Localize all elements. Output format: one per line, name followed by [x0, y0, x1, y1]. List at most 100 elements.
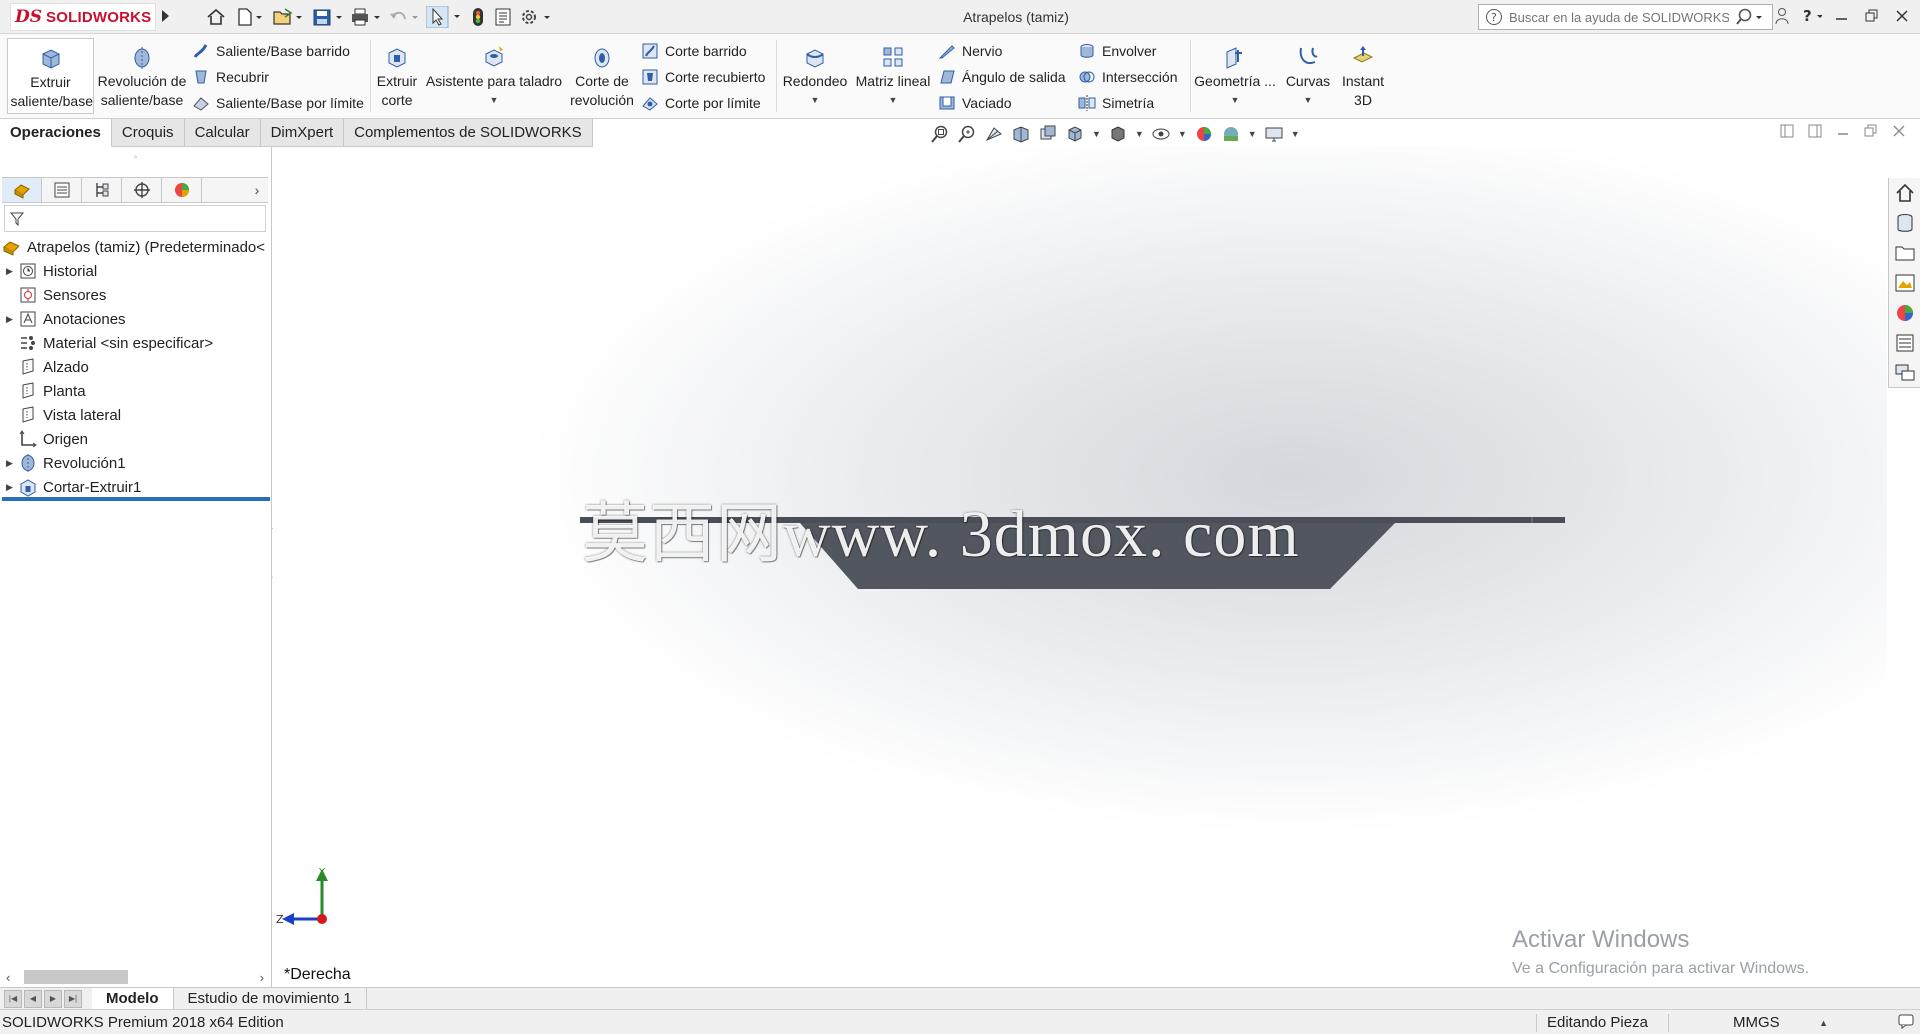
panel-grip-icon[interactable]: ◦: [0, 147, 271, 167]
display-style-icon[interactable]: [1108, 124, 1128, 144]
feature-manager-tab[interactable]: [2, 178, 42, 202]
tab-addins[interactable]: Complementos de SOLIDWORKS: [344, 119, 593, 147]
view-settings-dropdown-icon[interactable]: ▼: [1291, 129, 1300, 139]
solidworks-resources-icon[interactable]: [1894, 182, 1916, 204]
section-view-icon[interactable]: [1011, 124, 1031, 144]
restore-icon[interactable]: [1862, 5, 1882, 27]
revolve-cut-button[interactable]: Corte de revolución: [567, 38, 637, 114]
scroll-left-icon[interactable]: ‹: [6, 970, 10, 985]
display-manager-tab[interactable]: [162, 178, 202, 202]
user-account-icon[interactable]: [1772, 5, 1792, 27]
tree-root-part[interactable]: Atrapelos (tamiz) (Predeterminado<: [0, 235, 270, 259]
tree-filter-field[interactable]: [4, 205, 266, 232]
tree-item[interactable]: Sensores: [0, 283, 270, 307]
dimxpert-manager-tab[interactable]: [122, 178, 162, 202]
extrude-boss-button[interactable]: Extruir saliente/base: [7, 38, 94, 114]
reference-geometry-button[interactable]: Geometría ... ▼: [1194, 38, 1276, 114]
expand-arrow-icon[interactable]: ▶: [6, 458, 18, 469]
minimize-icon[interactable]: [1832, 5, 1852, 27]
tree-item[interactable]: ▶ Cortar-Extruir1: [0, 475, 270, 499]
viewport-close-icon[interactable]: [1892, 124, 1906, 138]
fillet-dropdown-icon[interactable]: ▼: [811, 91, 820, 110]
rib-button[interactable]: Nervio: [938, 40, 1002, 62]
apply-scene-icon[interactable]: [1221, 124, 1241, 144]
display-style-dropdown-icon[interactable]: ▼: [1135, 129, 1144, 139]
hide-show-items-icon[interactable]: [1151, 124, 1171, 144]
tree-item[interactable]: ▶ Revolución1: [0, 451, 270, 475]
tree-item[interactable]: ▶ Anotaciones: [0, 307, 270, 331]
dynamic-annotation-views-icon[interactable]: [1038, 124, 1058, 144]
instant3d-button[interactable]: Instant 3D: [1340, 38, 1386, 114]
custom-properties-icon[interactable]: [1894, 332, 1916, 354]
expand-arrow-icon[interactable]: ▶: [6, 266, 18, 277]
tab-model[interactable]: Modelo: [92, 987, 174, 1010]
hide-show-dropdown-icon[interactable]: ▼: [1178, 129, 1187, 139]
tree-item[interactable]: Planta: [0, 379, 270, 403]
shell-button[interactable]: Vaciado: [938, 92, 1012, 114]
property-manager-tab[interactable]: [42, 178, 82, 202]
intersect-button[interactable]: Intersección: [1078, 66, 1177, 88]
tab-evaluate[interactable]: Calcular: [184, 119, 261, 147]
swept-cut-button[interactable]: Corte barrido: [641, 40, 747, 62]
hole-wizard-button[interactable]: Asistente para taladro ▼: [425, 38, 563, 114]
viewport-minimize-icon[interactable]: [1836, 124, 1850, 138]
tile-left-icon[interactable]: [1780, 124, 1794, 138]
extrude-cut-button[interactable]: Extruir corte: [373, 38, 421, 114]
design-library-icon[interactable]: [1894, 212, 1916, 234]
previous-view-icon[interactable]: [984, 124, 1004, 144]
status-messages-icon[interactable]: [1898, 1013, 1914, 1029]
scrollbar-thumb[interactable]: [24, 970, 128, 984]
panel-horizontal-scrollbar[interactable]: ‹ ›: [2, 967, 270, 987]
tree-item[interactable]: ▶ Historial: [0, 259, 270, 283]
tree-item[interactable]: Material <sin especificar>: [0, 331, 270, 355]
next-tab-icon[interactable]: ▶: [44, 989, 62, 1008]
zoom-to-fit-icon[interactable]: [930, 124, 950, 144]
wrap-button[interactable]: Envolver: [1078, 40, 1156, 62]
loft-boss-button[interactable]: Recubrir: [192, 66, 269, 88]
unit-system-dropdown-icon[interactable]: ▲: [1819, 1018, 1828, 1028]
unit-system-selector[interactable]: MMGS ▲: [1668, 1014, 1838, 1032]
linear-pattern-button[interactable]: Matriz lineal ▼: [854, 38, 932, 114]
first-tab-icon[interactable]: |◀: [4, 989, 22, 1008]
apply-scene-dropdown-icon[interactable]: ▼: [1248, 129, 1257, 139]
linear-pattern-dropdown-icon[interactable]: ▼: [889, 91, 898, 110]
curves-button[interactable]: Curvas ▼: [1280, 38, 1336, 114]
view-orientation-icon[interactable]: [1065, 124, 1085, 144]
mirror-button[interactable]: Simetría: [1078, 92, 1154, 114]
help-menu-icon[interactable]: ?: [1802, 5, 1822, 27]
appearances-icon[interactable]: [1894, 302, 1916, 324]
tree-item[interactable]: Alzado: [0, 355, 270, 379]
fillet-button[interactable]: Redondeo ▼: [780, 38, 850, 114]
tile-right-icon[interactable]: [1808, 124, 1822, 138]
view-orientation-dropdown-icon[interactable]: ▼: [1092, 129, 1101, 139]
search-icon[interactable]: [1735, 8, 1763, 26]
tab-motion-study[interactable]: Estudio de movimiento 1: [174, 987, 367, 1010]
close-icon[interactable]: [1892, 5, 1912, 27]
revolve-boss-button[interactable]: Revolución de saliente/base: [98, 38, 186, 114]
view-palette-icon[interactable]: [1894, 272, 1916, 294]
curves-dropdown-icon[interactable]: ▼: [1304, 91, 1313, 110]
tab-sketch[interactable]: Croquis: [111, 119, 185, 147]
view-settings-icon[interactable]: [1264, 124, 1284, 144]
help-search-input[interactable]: [1509, 9, 1729, 25]
expand-arrow-icon[interactable]: ▶: [6, 314, 18, 325]
hole-wizard-dropdown-icon[interactable]: ▼: [490, 91, 499, 110]
file-explorer-icon[interactable]: [1894, 242, 1916, 264]
forum-icon[interactable]: [1894, 362, 1916, 384]
boundary-cut-button[interactable]: Corte por límite: [641, 92, 761, 114]
zoom-to-area-icon[interactable]: [957, 124, 977, 144]
last-tab-icon[interactable]: ▶|: [64, 989, 82, 1008]
tree-item[interactable]: Vista lateral: [0, 403, 270, 427]
expand-arrow-icon[interactable]: ▶: [6, 482, 18, 493]
loft-cut-button[interactable]: Corte recubierto: [641, 66, 765, 88]
previous-tab-icon[interactable]: ◀: [24, 989, 42, 1008]
draft-button[interactable]: Ángulo de salida: [938, 66, 1066, 88]
scroll-right-icon[interactable]: ›: [260, 970, 264, 985]
tab-features[interactable]: Operaciones: [0, 119, 112, 147]
chevron-right-icon[interactable]: ›: [246, 178, 268, 202]
tree-item[interactable]: Origen: [0, 427, 270, 451]
swept-boss-button[interactable]: Saliente/Base barrido: [192, 40, 350, 62]
tab-dimxpert[interactable]: DimXpert: [260, 119, 345, 147]
rollback-bar[interactable]: [2, 497, 270, 501]
edit-appearance-icon[interactable]: [1194, 124, 1214, 144]
